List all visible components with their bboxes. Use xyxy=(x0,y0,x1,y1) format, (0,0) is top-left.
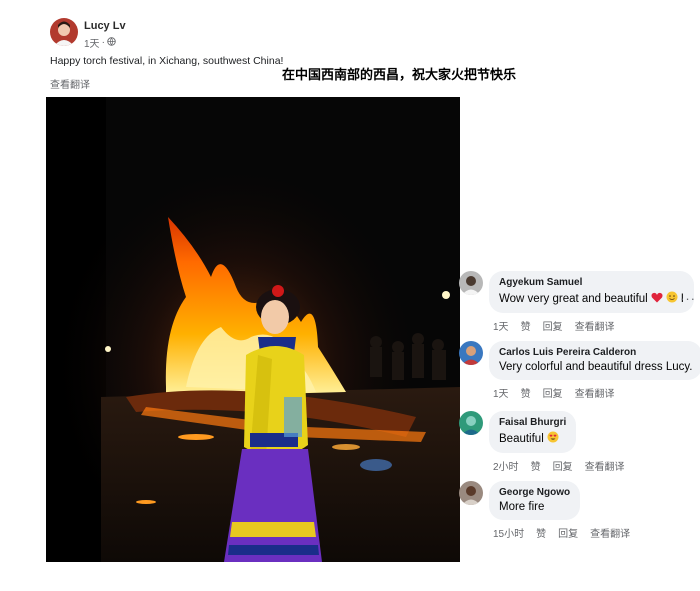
commenter-avatar[interactable] xyxy=(459,481,483,505)
comment-time[interactable]: 1天 xyxy=(493,385,509,400)
author-avatar[interactable] xyxy=(50,18,78,46)
comment-time[interactable]: 1天 xyxy=(493,318,509,333)
translate-button[interactable]: 查看翻译 xyxy=(575,318,615,333)
reply-button[interactable]: 回复 xyxy=(553,458,573,473)
reply-button[interactable]: 回复 xyxy=(543,318,563,333)
commenter-name[interactable]: Faisal Bhurgri xyxy=(499,417,566,428)
comment: Faisal Bhurgri Beautiful 2小时 赞 回复 查看翻译 xyxy=(459,411,625,473)
commenter-name[interactable]: Agyekum Samuel xyxy=(499,277,684,288)
comment-text: Beautiful xyxy=(499,431,566,446)
commenter-name[interactable]: George Ngowo xyxy=(499,487,570,498)
comment-actions: 1天 赞 回复 查看翻译 xyxy=(493,385,700,400)
smiling-face-icon xyxy=(666,291,678,306)
post-author-name[interactable]: Lucy Lv xyxy=(84,20,126,32)
comment-actions: 15小时 赞 回复 查看翻译 xyxy=(493,525,630,540)
comment-time[interactable]: 2小时 xyxy=(493,458,519,473)
comment-actions: 1天 赞 回复 查看翻译 xyxy=(493,318,694,333)
commenter-avatar[interactable] xyxy=(459,411,483,435)
comment-bubble: Faisal Bhurgri Beautiful xyxy=(489,411,577,453)
reply-button[interactable]: 回复 xyxy=(558,525,578,540)
post-photo[interactable] xyxy=(46,97,460,562)
comment: Agyekum Samuel Wow very great and beauti… xyxy=(459,271,694,333)
globe-icon xyxy=(107,36,116,49)
translate-button[interactable]: 查看翻译 xyxy=(590,525,630,540)
post-text: Happy torch festival, in Xichang, southw… xyxy=(50,55,284,67)
post-time[interactable]: 1天 xyxy=(84,35,100,50)
comment: George Ngowo More fire 15小时 赞 回复 查看翻译 xyxy=(459,481,630,540)
reply-button[interactable]: 回复 xyxy=(543,385,563,400)
comment: Carlos Luis Pereira Calderon Very colorf… xyxy=(459,341,700,400)
translate-button[interactable]: 查看翻译 xyxy=(575,385,615,400)
like-button[interactable]: 赞 xyxy=(521,385,531,400)
heart-eyes-icon xyxy=(547,431,559,446)
more-options-icon[interactable]: ··· xyxy=(680,291,696,306)
comment-time[interactable]: 15小时 xyxy=(493,525,524,540)
red-heart-icon xyxy=(651,292,663,306)
comment-bubble: Agyekum Samuel Wow very great and beauti… xyxy=(489,271,694,313)
comment-text: Very colorful and beautiful dress Lucy. xyxy=(499,361,693,373)
chinese-caption: 在中国西南部的西昌，祝大家火把节快乐 xyxy=(282,67,517,82)
commenter-avatar[interactable] xyxy=(459,271,483,295)
like-button[interactable]: 赞 xyxy=(531,458,541,473)
post-meta: 1天 · xyxy=(84,35,116,50)
comment-text: Wow very great and beautiful I xyxy=(499,291,684,306)
commenter-avatar[interactable] xyxy=(459,341,483,365)
comment-text: More fire xyxy=(499,501,545,513)
see-translation-link[interactable]: 查看翻译 xyxy=(50,76,90,91)
comment-actions: 2小时 赞 回复 查看翻译 xyxy=(493,458,625,473)
like-button[interactable]: 赞 xyxy=(536,525,546,540)
translate-button[interactable]: 查看翻译 xyxy=(585,458,625,473)
commenter-name[interactable]: Carlos Luis Pereira Calderon xyxy=(499,347,692,358)
comment-bubble: George Ngowo More fire xyxy=(489,481,581,520)
comment-bubble: Carlos Luis Pereira Calderon Very colorf… xyxy=(489,341,700,380)
like-button[interactable]: 赞 xyxy=(521,318,531,333)
